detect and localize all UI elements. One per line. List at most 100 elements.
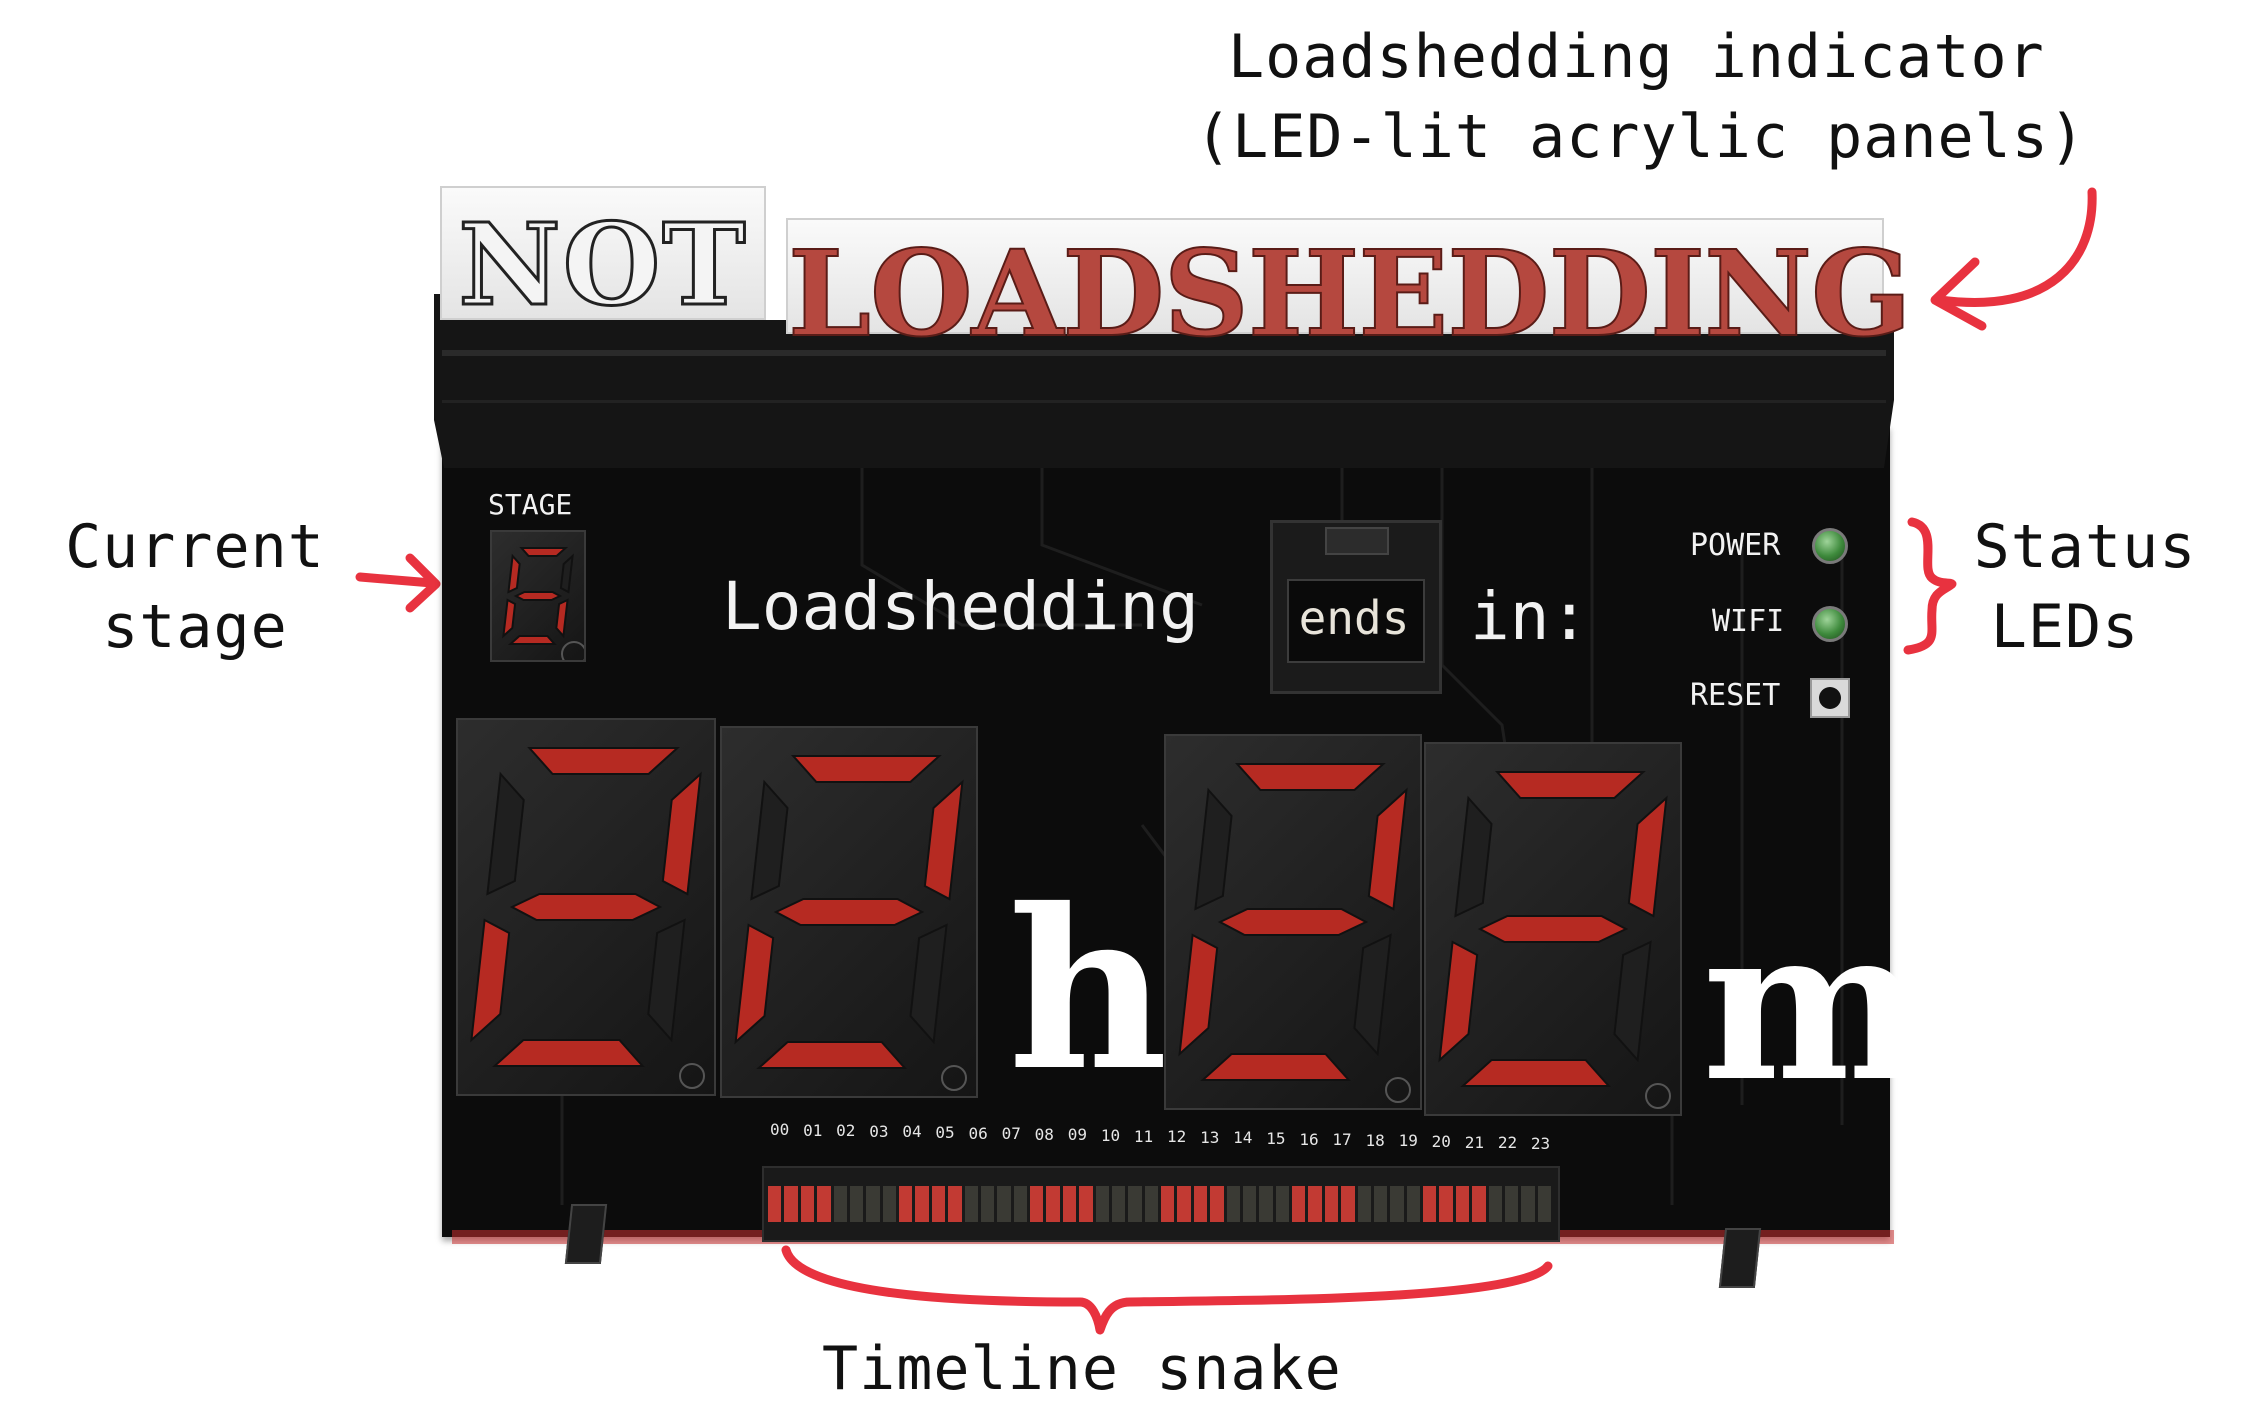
decimal-point bbox=[561, 641, 584, 660]
not-panel-text: NOT bbox=[457, 199, 748, 333]
timeline-slot bbox=[1472, 1186, 1486, 1222]
segment-f bbox=[486, 771, 525, 896]
timeline-hour-label: 04 bbox=[902, 1122, 922, 1142]
decimal-point bbox=[679, 1063, 705, 1089]
minutes-ones-digit bbox=[1424, 742, 1682, 1116]
segment-a bbox=[527, 747, 681, 775]
timeline-slot bbox=[1079, 1186, 1093, 1222]
segment-e bbox=[734, 923, 775, 1045]
reset-button[interactable] bbox=[1810, 678, 1850, 718]
minutes-unit: m bbox=[1702, 881, 1925, 1128]
timeline-slot bbox=[1357, 1186, 1371, 1222]
timeline-slot bbox=[1161, 1186, 1175, 1222]
timeline-slot bbox=[1144, 1186, 1158, 1222]
segment-g bbox=[1217, 908, 1369, 936]
timeline-slot bbox=[1504, 1186, 1519, 1222]
timeline-slot bbox=[1030, 1186, 1044, 1222]
timeline-hour-label: 08 bbox=[1034, 1124, 1054, 1144]
segment-d bbox=[507, 635, 557, 645]
segment-a bbox=[1235, 763, 1386, 791]
segment-d bbox=[1460, 1059, 1611, 1087]
decimal-point bbox=[1385, 1077, 1411, 1103]
segment-b bbox=[1367, 787, 1408, 911]
power-led bbox=[1812, 528, 1848, 564]
timeline-slot bbox=[1390, 1186, 1404, 1222]
segment-d bbox=[491, 1039, 645, 1067]
timeline-slot bbox=[1406, 1186, 1420, 1222]
loadshedding-indicator-panel: LOADSHEDDING bbox=[786, 218, 1913, 364]
timeline-slot bbox=[931, 1186, 946, 1222]
timeline-slot bbox=[1488, 1186, 1502, 1222]
segment-c bbox=[555, 598, 569, 639]
hours-unit: h bbox=[1008, 860, 1168, 1119]
timeline-hour-label: 15 bbox=[1266, 1129, 1286, 1148]
timeline-hour-label: 01 bbox=[803, 1120, 823, 1140]
timeline-slot bbox=[899, 1186, 913, 1222]
timeline-slot bbox=[1439, 1186, 1453, 1222]
power-led-label: POWER bbox=[1690, 528, 1781, 563]
timeline-slot bbox=[997, 1186, 1011, 1222]
timeline-hour-label: 13 bbox=[1200, 1127, 1220, 1147]
oled-screen: ends bbox=[1270, 520, 1442, 694]
timeline-slot bbox=[1455, 1186, 1470, 1222]
stage-arrow bbox=[355, 572, 437, 588]
segment-g bbox=[513, 591, 563, 601]
oled-connector bbox=[1325, 527, 1389, 555]
timeline-slot bbox=[964, 1186, 978, 1222]
timeline-slot bbox=[1324, 1186, 1339, 1222]
indicator-arrow-head bbox=[1930, 257, 1987, 331]
segment-f bbox=[1194, 787, 1233, 911]
decimal-point bbox=[941, 1065, 967, 1091]
timeline-slot bbox=[768, 1186, 782, 1222]
timeline-slot bbox=[1242, 1186, 1257, 1222]
timeline-slot bbox=[1275, 1186, 1289, 1222]
timeline-slot bbox=[1292, 1186, 1306, 1222]
segment-f bbox=[750, 779, 789, 901]
indicator-arrow bbox=[1935, 187, 2097, 307]
timeline-hour-label: 00 bbox=[770, 1120, 790, 1139]
timeline-slot bbox=[1128, 1186, 1142, 1222]
timeline-slot bbox=[948, 1186, 962, 1222]
timeline-hour-label: 12 bbox=[1167, 1127, 1187, 1147]
segment-d bbox=[1200, 1053, 1351, 1081]
segment-c bbox=[1613, 940, 1652, 1063]
segment-e bbox=[1178, 933, 1219, 1057]
segment-b bbox=[923, 779, 964, 901]
timeline-hour-label: 07 bbox=[1001, 1124, 1021, 1144]
timeline-slot bbox=[817, 1186, 831, 1222]
segment-g bbox=[509, 893, 663, 921]
timeline-slot bbox=[1095, 1186, 1109, 1222]
loadshedding-panel-text: LOADSHEDDING bbox=[787, 223, 1913, 364]
headline-ends: ends bbox=[1298, 591, 1410, 645]
timeline-slot bbox=[1013, 1186, 1027, 1222]
headline-loadshedding: Loadshedding bbox=[722, 568, 1199, 645]
minutes-tens-digit bbox=[1164, 734, 1422, 1110]
timeline-hour-label: 21 bbox=[1464, 1132, 1485, 1152]
segment-e bbox=[1438, 940, 1479, 1063]
timeline-slot bbox=[1111, 1186, 1126, 1222]
segment-a bbox=[790, 755, 942, 783]
timeline-slot bbox=[1259, 1186, 1273, 1222]
segment-a bbox=[1495, 771, 1646, 799]
timeline-slot bbox=[1373, 1186, 1388, 1222]
timeline-snake bbox=[762, 1166, 1560, 1242]
left-stand bbox=[564, 1204, 608, 1264]
timeline-slot bbox=[1423, 1186, 1437, 1222]
headline-in: in: bbox=[1470, 578, 1590, 655]
timeline-hour-label: 19 bbox=[1398, 1131, 1418, 1151]
timeline-hour-label: 20 bbox=[1431, 1132, 1451, 1151]
segment-b bbox=[1627, 795, 1668, 918]
segment-c bbox=[909, 923, 948, 1045]
timeline-hour-label: 17 bbox=[1332, 1130, 1352, 1150]
segment-b bbox=[661, 771, 702, 896]
segment-c bbox=[1353, 933, 1392, 1057]
timeline-hour-label: 16 bbox=[1299, 1129, 1319, 1149]
timeline-slot bbox=[980, 1186, 995, 1222]
timeline-slot bbox=[1177, 1186, 1191, 1222]
timeline-slot bbox=[849, 1186, 864, 1222]
timeline-slot bbox=[1226, 1186, 1240, 1222]
decimal-point bbox=[1645, 1083, 1671, 1109]
timeline-hour-label: 03 bbox=[869, 1121, 889, 1141]
segment-e bbox=[502, 598, 517, 639]
timeline-slot bbox=[915, 1186, 929, 1222]
